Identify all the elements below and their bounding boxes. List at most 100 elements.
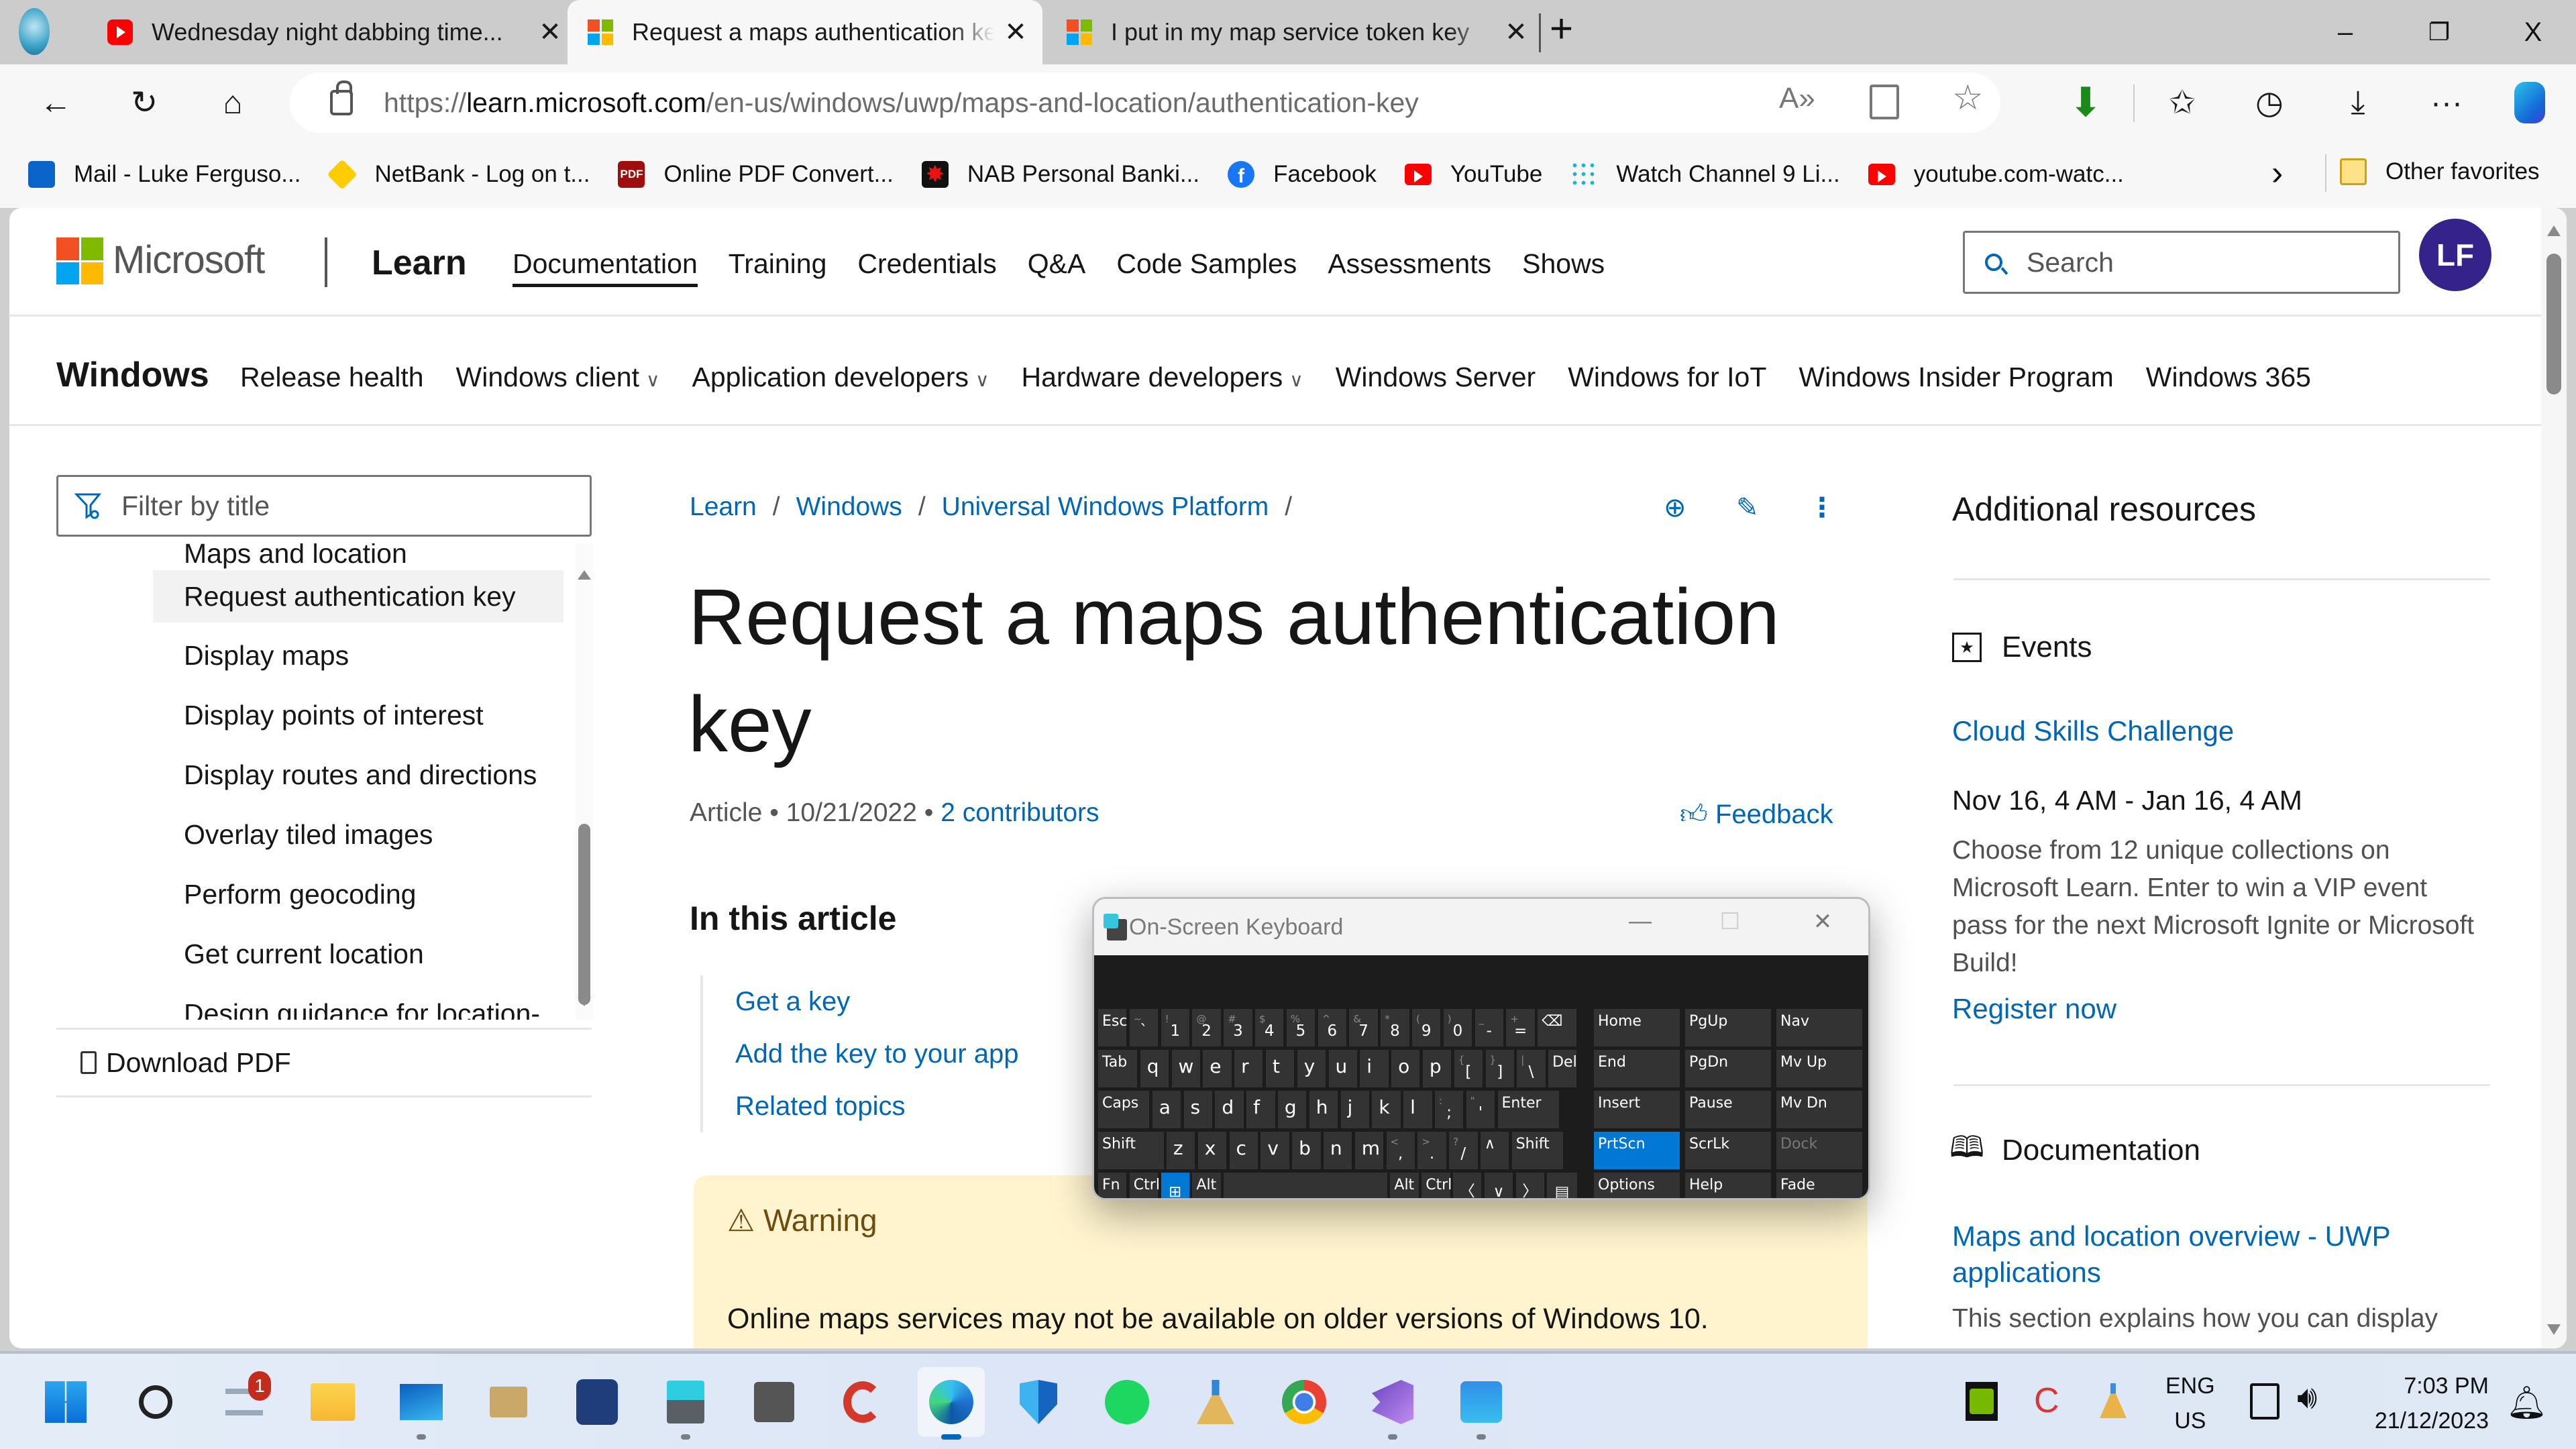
user-avatar[interactable]: LF (2419, 219, 2491, 291)
toc-item[interactable]: Perform geocoding (184, 868, 580, 920)
osk-key[interactable]: Shift (1098, 1132, 1164, 1169)
osk-key[interactable]: y (1297, 1050, 1326, 1087)
osk-key[interactable]: " ' (1466, 1091, 1495, 1128)
download-pdf-link[interactable]: Download PDF (56, 1028, 592, 1097)
taskbar-file-explorer[interactable] (307, 1377, 358, 1428)
toc-link-related[interactable]: Related topics (735, 1080, 1019, 1132)
new-tab-button[interactable]: + (1550, 5, 1573, 52)
taskbar-defender[interactable] (1013, 1377, 1064, 1428)
bookmark-netbank[interactable]: NetBank - Log on t... (327, 159, 590, 190)
osk-key[interactable]: Del (1548, 1050, 1577, 1087)
copilot-button[interactable] (2506, 79, 2553, 126)
favorite-star-icon[interactable]: ☆ (1952, 78, 1984, 118)
osk-key[interactable]: Tab (1098, 1050, 1138, 1087)
taskbar-store[interactable] (572, 1377, 623, 1428)
toc-item[interactable]: Get current location (184, 928, 580, 980)
taskbar-search[interactable] (130, 1377, 181, 1428)
osk-key[interactable]: ▤ (1547, 1173, 1577, 1198)
nav-assessments[interactable]: Assessments (1328, 248, 1491, 287)
bookmark-facebook[interactable]: f Facebook (1228, 161, 1377, 188)
toc-scroll-thumb[interactable] (578, 824, 590, 1005)
osk-key-prtscn[interactable]: PrtScn (1594, 1132, 1680, 1169)
osk-key[interactable]: l (1403, 1091, 1432, 1128)
osk-key[interactable] (1224, 1173, 1387, 1198)
osk-key[interactable]: 〈 (1453, 1173, 1482, 1198)
history-button[interactable]: ◷ (2246, 79, 2293, 126)
osk-key[interactable]: % 5 (1286, 1009, 1316, 1046)
toc-item[interactable]: Display routes and directions (184, 749, 580, 801)
tab-map-service-token[interactable]: I put in my map service token key ✕ (1067, 0, 1529, 64)
subnav-hardware-developers[interactable]: Hardware developers ∨ (1022, 362, 1303, 393)
taskbar-chrome[interactable] (1279, 1377, 1330, 1428)
scroll-up-icon[interactable] (578, 570, 591, 580)
close-window-button[interactable]: X (2486, 0, 2576, 64)
tab-request-maps-key[interactable]: Request a maps authentication key ✕ (568, 0, 1042, 64)
osk-key[interactable]: o (1391, 1050, 1420, 1087)
osk-key-pgup[interactable]: PgUp (1685, 1009, 1771, 1046)
osk-key[interactable]: Fn (1098, 1173, 1127, 1198)
taskbar-clean-master[interactable] (1190, 1377, 1241, 1428)
bookmark-nab[interactable]: ✸ NAB Personal Banki... (921, 161, 1199, 188)
osk-key[interactable]: _ - (1474, 1009, 1503, 1046)
osk-key[interactable]: j (1340, 1091, 1369, 1128)
osk-key-fade[interactable]: Fade (1776, 1173, 1862, 1198)
osk-key[interactable]: Ctrl (1129, 1173, 1160, 1198)
profile-avatar[interactable] (19, 8, 50, 55)
bookmark-youtube[interactable]: YouTube (1404, 161, 1542, 188)
microsoft-brand[interactable]: Microsoft (113, 237, 265, 282)
osk-key[interactable]: | \ (1517, 1050, 1546, 1087)
osk-key[interactable]: ) 0 (1443, 1009, 1472, 1046)
minimize-button[interactable]: – (2298, 0, 2392, 64)
back-button[interactable]: ← (32, 79, 79, 126)
broom-tray-icon[interactable] (2100, 1383, 2127, 1418)
osk-key[interactable]: & 7 (1349, 1009, 1378, 1046)
toc-item[interactable]: Display points of interest (184, 689, 580, 741)
toc-item-selected[interactable]: Request authentication key (153, 570, 564, 623)
nav-qa[interactable]: Q&A (1028, 248, 1086, 287)
osk-key[interactable]: ! 1 (1161, 1009, 1189, 1046)
microsoft-logo-icon[interactable] (56, 237, 103, 284)
osk-key[interactable]: u (1328, 1050, 1357, 1087)
more-favorites-chevron[interactable]: › (2271, 153, 2283, 193)
osk-key[interactable]: #3 (1224, 1009, 1252, 1046)
osk-key[interactable]: 〉 (1515, 1173, 1544, 1198)
home-button[interactable]: ⌂ (209, 79, 256, 126)
osk-key[interactable]: ∧ (1480, 1132, 1509, 1169)
read-aloud-icon[interactable]: A» (1779, 82, 1815, 115)
taskbar-on-screen-keyboard[interactable] (660, 1377, 711, 1428)
subnav-release-health[interactable]: Release health (240, 362, 424, 393)
taskbar-mail[interactable] (396, 1377, 447, 1428)
osk-key-mv-dn[interactable]: Mv Dn (1776, 1091, 1862, 1128)
taskbar-start[interactable] (40, 1377, 91, 1428)
osk-key[interactable]: a (1152, 1091, 1181, 1128)
osk-key[interactable]: $4 (1255, 1009, 1284, 1046)
subnav-windows-insider[interactable]: Windows Insider Program (1799, 362, 2113, 393)
osk-key-help[interactable]: Help (1685, 1173, 1771, 1198)
osk-key-pgdn[interactable]: PgDn (1685, 1050, 1771, 1087)
osk-key[interactable]: Ctrl (1421, 1173, 1452, 1198)
page-scroll-thumb[interactable] (2546, 254, 2561, 394)
taskbar-spotify[interactable] (1102, 1377, 1152, 1428)
scroll-up-icon[interactable] (2547, 225, 2561, 236)
osk-key[interactable]: ⌫ (1538, 1009, 1577, 1046)
subnav-windows-client[interactable]: Windows client ∨ (456, 362, 660, 393)
osk-key[interactable]: p (1422, 1050, 1452, 1087)
clock[interactable]: 7:03 PM 21/12/2023 (2361, 1368, 2489, 1438)
scroll-down-icon[interactable] (2547, 1324, 2561, 1335)
edit-button[interactable]: ✎ (1736, 492, 1759, 523)
osk-key[interactable]: s (1183, 1091, 1212, 1128)
language-indicator[interactable]: ENG US (2165, 1368, 2215, 1438)
search-input[interactable]: Search (1963, 231, 2400, 294)
nav-documentation[interactable]: Documentation (513, 248, 698, 287)
close-tab-icon[interactable]: ✕ (1002, 17, 1029, 48)
toc-scrollbar[interactable] (576, 543, 593, 1020)
nav-code-samples[interactable]: Code Samples (1116, 248, 1297, 287)
osk-close-button[interactable]: ✕ (1803, 908, 1843, 935)
settings-more-button[interactable]: ··· (2423, 79, 2470, 126)
subnav-application-developers[interactable]: Application developers ∨ (692, 362, 989, 393)
breadcrumb-windows[interactable]: Windows (796, 492, 902, 522)
osk-key[interactable]: x (1197, 1132, 1227, 1169)
taskbar-visual-studio[interactable] (1367, 1377, 1418, 1428)
close-tab-icon[interactable]: ✕ (1503, 17, 1529, 48)
osk-key[interactable]: n (1323, 1132, 1352, 1169)
